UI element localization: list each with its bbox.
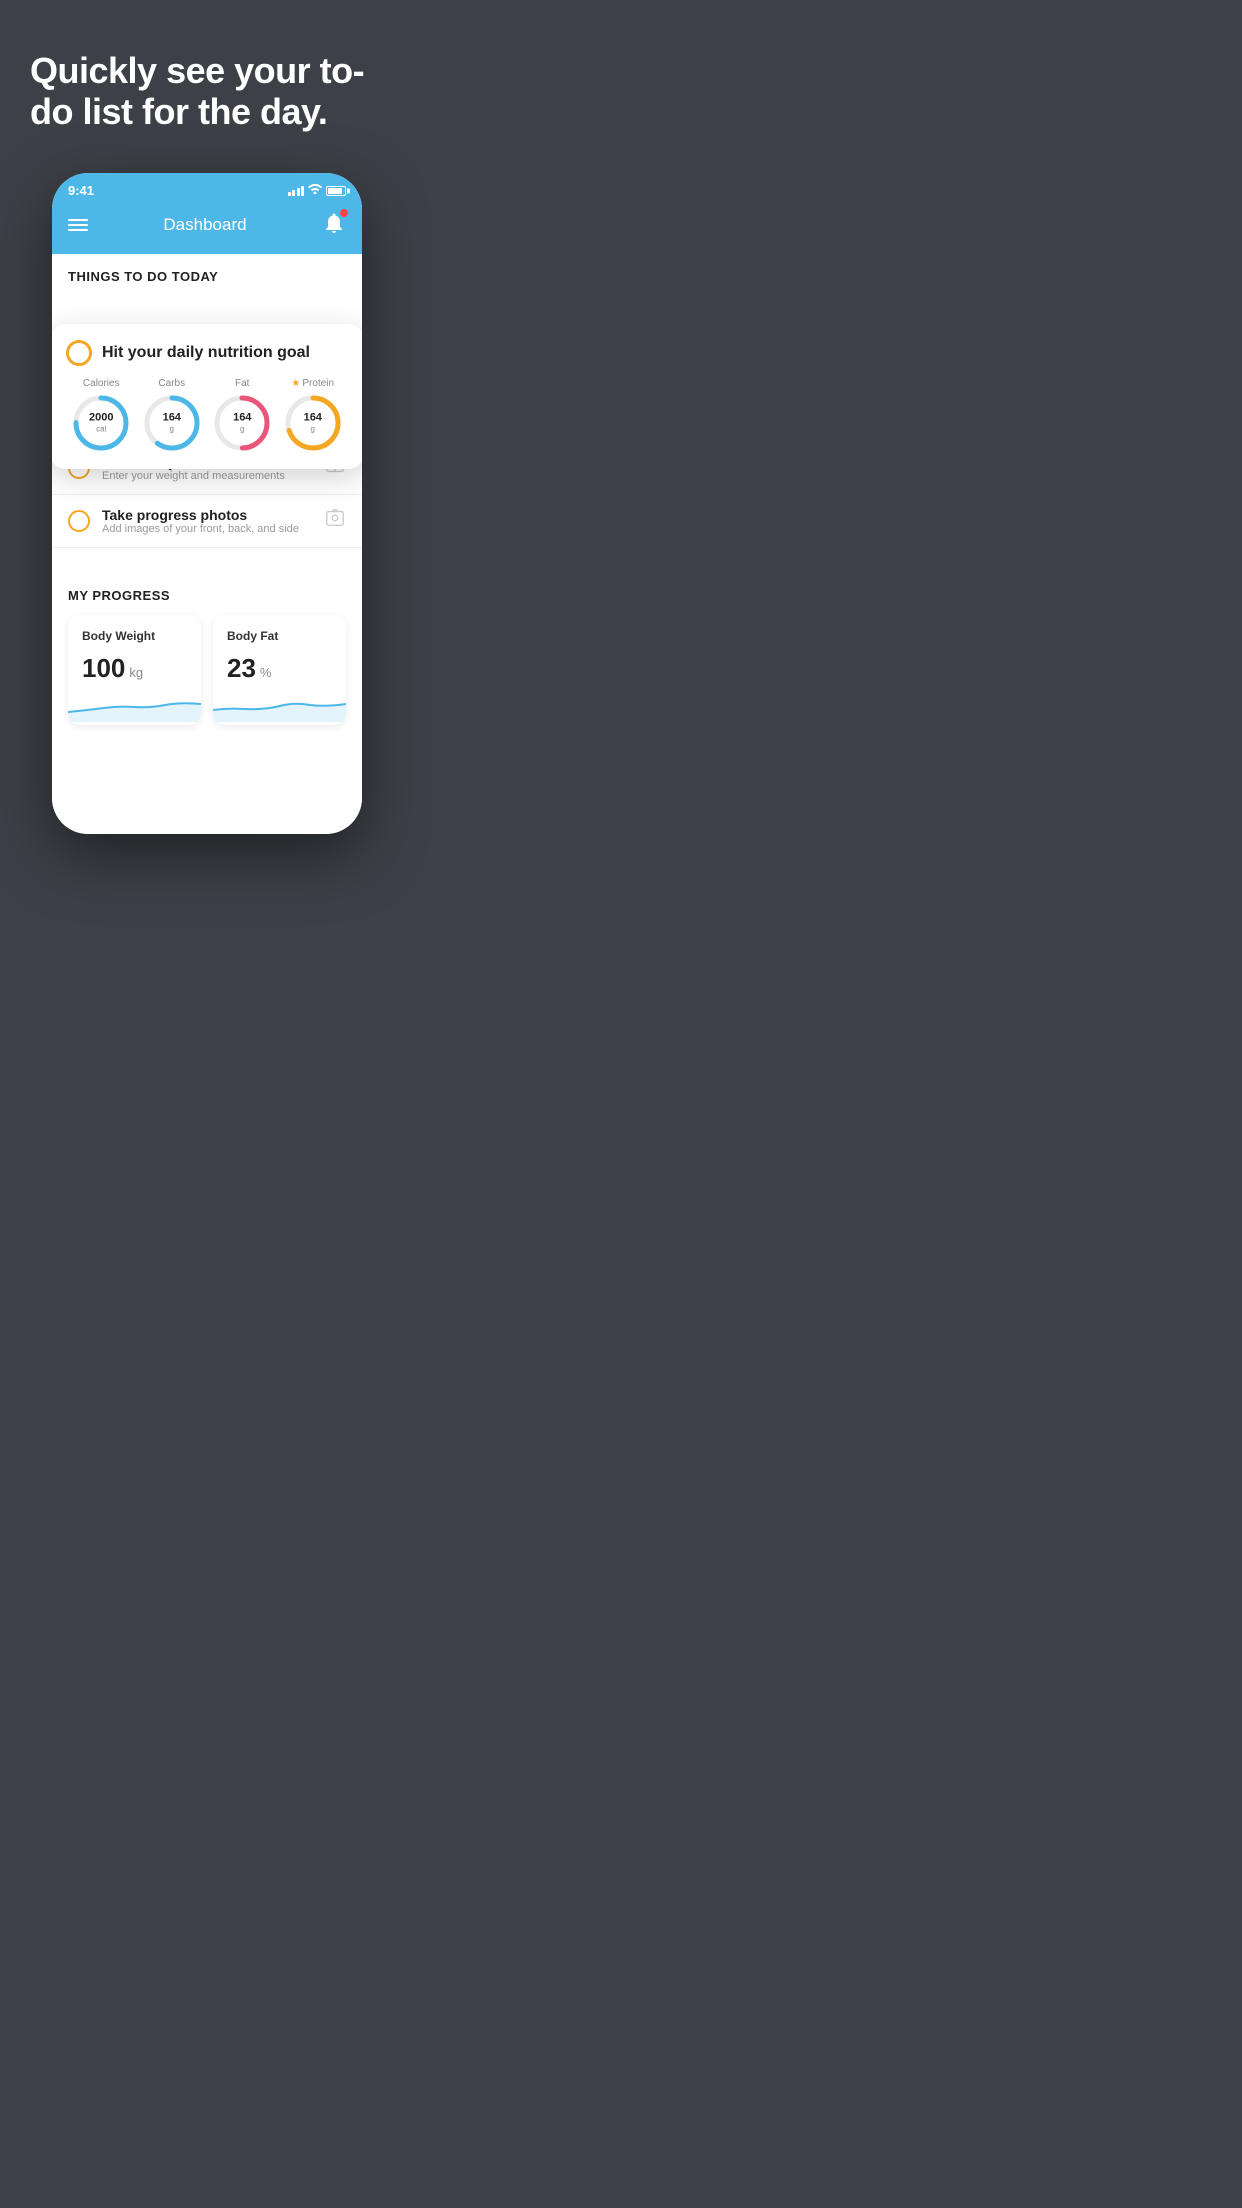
body-weight-chart: [68, 692, 201, 722]
todo-section-header: THINGS TO DO TODAY: [52, 254, 362, 294]
phone-screen: 9:41 Dashboard: [52, 173, 362, 834]
progress-cards: Body Weight 100 kg: [68, 615, 346, 725]
notification-badge: [340, 209, 348, 217]
todo-header-text: THINGS TO DO TODAY: [68, 269, 218, 284]
carbs-stat: Carbs 164 g: [142, 378, 202, 453]
spacer: [52, 548, 362, 568]
app-header: Dashboard: [52, 201, 362, 254]
calories-donut: 2000 cal: [71, 393, 131, 453]
nutrition-circle-check: [66, 340, 92, 366]
carbs-value: 164: [163, 411, 181, 424]
bodystats-subtitle: Enter your weight and measurements: [102, 470, 312, 482]
body-fat-card[interactable]: Body Fat 23 %: [213, 615, 346, 725]
protein-stat: ★ Protein 164 g: [283, 378, 343, 453]
phone-content: THINGS TO DO TODAY Hit your daily nutrit…: [52, 254, 362, 834]
photos-subtitle: Add images of your front, back, and side: [102, 523, 312, 535]
protein-value: 164: [304, 411, 322, 424]
body-fat-title: Body Fat: [227, 629, 332, 643]
hero-section: Quickly see your to-do list for the day.: [0, 0, 414, 153]
fat-value: 164: [233, 411, 251, 424]
nutrition-goal-label: Hit your daily nutrition goal: [102, 344, 310, 362]
protein-donut: 164 g: [283, 393, 343, 453]
nutrition-stats: Calories 2000 cal: [66, 378, 348, 453]
carbs-donut: 164 g: [142, 393, 202, 453]
body-fat-unit: %: [260, 665, 272, 680]
calories-stat: Calories 2000 cal: [71, 378, 131, 453]
phone-mockup: 9:41 Dashboard: [0, 173, 414, 834]
fat-stat: Fat 164 g: [212, 378, 272, 453]
protein-label: ★ Protein: [291, 378, 334, 389]
body-weight-value-row: 100 kg: [82, 653, 187, 684]
photo-icon: [324, 507, 346, 534]
notification-bell-icon[interactable]: [322, 211, 346, 240]
nutrition-card: Hit your daily nutrition goal Calories: [52, 324, 362, 469]
body-weight-unit: kg: [129, 665, 143, 680]
body-weight-card[interactable]: Body Weight 100 kg: [68, 615, 201, 725]
body-weight-title: Body Weight: [82, 629, 187, 643]
body-fat-value: 23: [227, 653, 256, 684]
fat-donut: 164 g: [212, 393, 272, 453]
carbs-label: Carbs: [158, 378, 185, 389]
status-bar: 9:41: [52, 173, 362, 201]
calories-value: 2000: [89, 411, 113, 424]
signal-icon: [288, 186, 305, 196]
body-fat-value-row: 23 %: [227, 653, 332, 684]
list-item[interactable]: Take progress photos Add images of your …: [52, 495, 362, 548]
wifi-icon: [308, 184, 322, 197]
status-time: 9:41: [68, 183, 94, 198]
star-icon: ★: [291, 378, 300, 389]
progress-section: MY PROGRESS Body Weight 100 kg: [52, 568, 362, 741]
battery-icon: [326, 186, 346, 196]
photos-text: Take progress photos Add images of your …: [102, 507, 312, 535]
photos-title: Take progress photos: [102, 507, 312, 523]
status-icons: [288, 184, 347, 197]
body-weight-value: 100: [82, 653, 125, 684]
nutrition-goal-row: Hit your daily nutrition goal: [66, 340, 348, 366]
hero-title: Quickly see your to-do list for the day.: [30, 50, 384, 133]
menu-icon[interactable]: [68, 219, 88, 231]
header-title: Dashboard: [163, 215, 246, 235]
fat-label: Fat: [235, 378, 249, 389]
body-fat-chart: [213, 692, 346, 722]
progress-header-text: MY PROGRESS: [68, 588, 346, 603]
photos-check-circle: [68, 510, 90, 532]
calories-label: Calories: [83, 378, 120, 389]
